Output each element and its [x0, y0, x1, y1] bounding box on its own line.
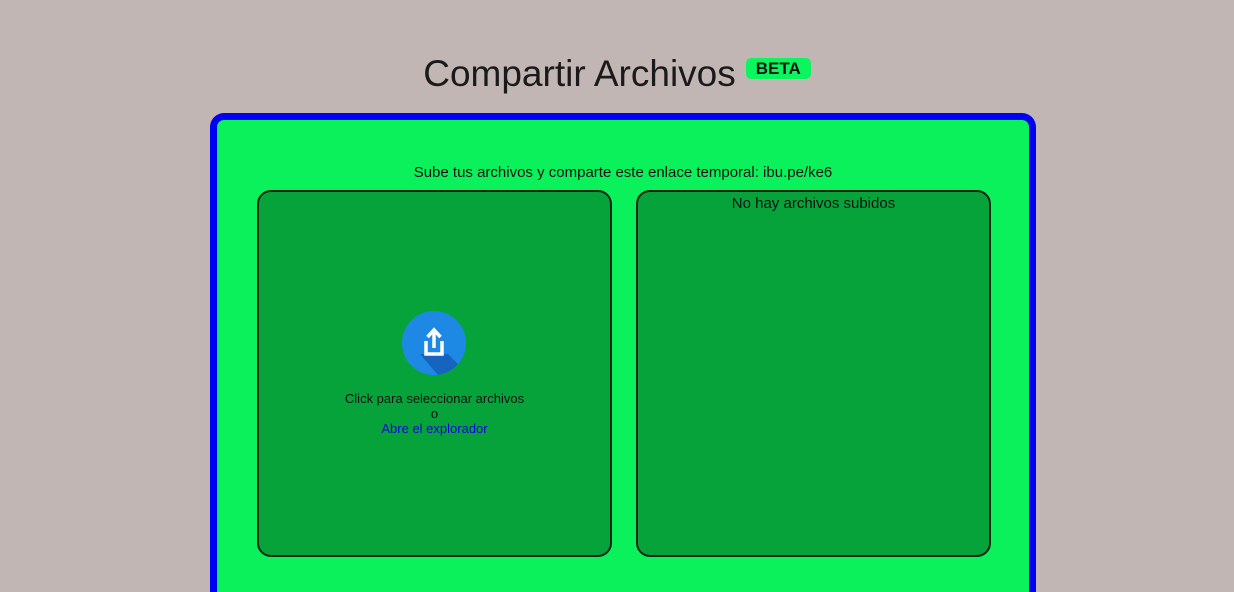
file-dropzone[interactable]: Click para seleccionar archivos o Abre e…: [257, 190, 612, 557]
dropzone-instructions: Click para seleccionar archivos o Abre e…: [259, 391, 610, 436]
open-explorer-link[interactable]: Abre el explorador: [381, 421, 487, 436]
share-panel: Sube tus archivos y comparte este enlace…: [210, 113, 1036, 592]
upload-icon[interactable]: [402, 311, 466, 375]
uploaded-files-panel: No hay archivos subidos: [636, 190, 991, 557]
share-link-text: Sube tus archivos y comparte este enlace…: [413, 164, 833, 181]
no-files-message: No hay archivos subidos: [731, 195, 896, 212]
or-separator: o: [430, 406, 439, 421]
page-title: Compartir Archivos: [423, 53, 736, 94]
page-header: Compartir Archivos BETA: [0, 52, 1234, 96]
beta-badge: BETA: [745, 58, 811, 79]
select-files-text[interactable]: Click para seleccionar archivos: [259, 391, 610, 406]
